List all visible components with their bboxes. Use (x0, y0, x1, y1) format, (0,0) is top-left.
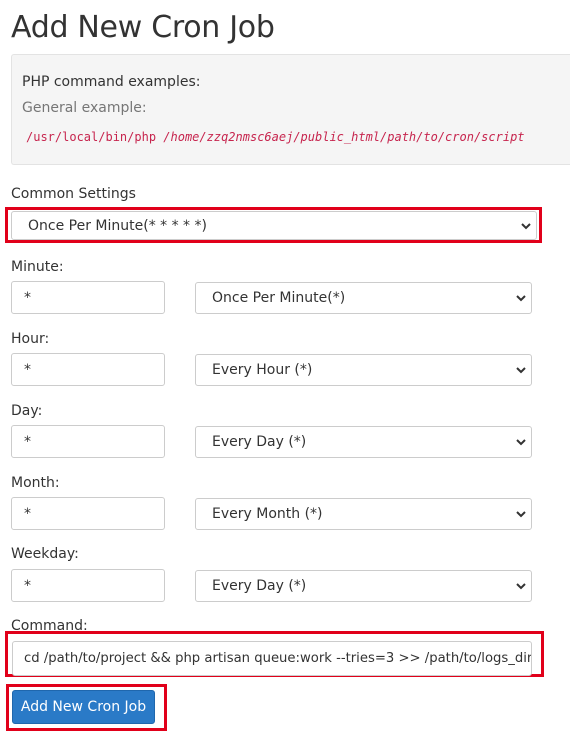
command-input[interactable]: cd /path/to/project && php artisan queue… (12, 641, 532, 676)
weekday-label: Weekday: (11, 546, 79, 562)
hour-input-value: * (24, 361, 31, 378)
hour-label: Hour: (11, 331, 50, 347)
month-input-value: * (24, 505, 31, 522)
minute-input-value: * (24, 289, 31, 306)
common-settings-label: Common Settings (11, 186, 136, 202)
example-code: /usr/local/bin/php /home/zzq2nmsc6aej/pu… (26, 130, 525, 144)
minute-select-value: Once Per Minute(*) (212, 290, 346, 306)
chevron-down-icon (516, 583, 526, 590)
chevron-down-icon (521, 222, 531, 229)
chevron-down-icon (516, 367, 526, 374)
general-example-label: General example: (22, 100, 147, 116)
minute-input[interactable]: * (11, 281, 165, 314)
chevron-down-icon (516, 295, 526, 302)
month-label: Month: (11, 475, 60, 491)
hour-input[interactable]: * (11, 353, 165, 386)
example-code-bin: /usr/local/bin/php (26, 130, 157, 144)
minute-label: Minute: (11, 259, 64, 275)
chevron-down-icon (516, 511, 526, 518)
command-input-value: cd /path/to/project && php artisan queue… (24, 651, 532, 666)
month-select-value: Every Month (*) (212, 506, 323, 522)
cron-page: Add New Cron Job PHP command examples: G… (0, 0, 570, 741)
day-select[interactable]: Every Day (*) (195, 426, 532, 458)
page-title: Add New Cron Job (11, 10, 275, 45)
weekday-input[interactable]: * (11, 569, 165, 602)
examples-heading: PHP command examples: (22, 74, 201, 90)
day-label: Day: (11, 403, 43, 419)
chevron-down-icon (516, 439, 526, 446)
month-select[interactable]: Every Month (*) (195, 498, 532, 530)
day-select-value: Every Day (*) (212, 434, 307, 450)
day-input[interactable]: * (11, 425, 165, 458)
weekday-input-value: * (24, 577, 31, 594)
month-input[interactable]: * (11, 497, 165, 530)
hour-select[interactable]: Every Hour (*) (195, 354, 532, 386)
add-cron-job-button[interactable]: Add New Cron Job (12, 690, 155, 724)
weekday-select-value: Every Day (*) (212, 578, 307, 594)
example-code-path: /home/zzq2nmsc6aej/public_html/path/to/c… (163, 130, 525, 144)
minute-select[interactable]: Once Per Minute(*) (195, 282, 532, 314)
php-examples-panel: PHP command examples: General example: /… (11, 54, 570, 165)
common-settings-select[interactable]: Once Per Minute(* * * * *) (11, 211, 537, 240)
hour-select-value: Every Hour (*) (212, 362, 313, 378)
day-input-value: * (24, 433, 31, 450)
common-settings-value: Once Per Minute(* * * * *) (28, 217, 207, 234)
weekday-select[interactable]: Every Day (*) (195, 570, 532, 602)
